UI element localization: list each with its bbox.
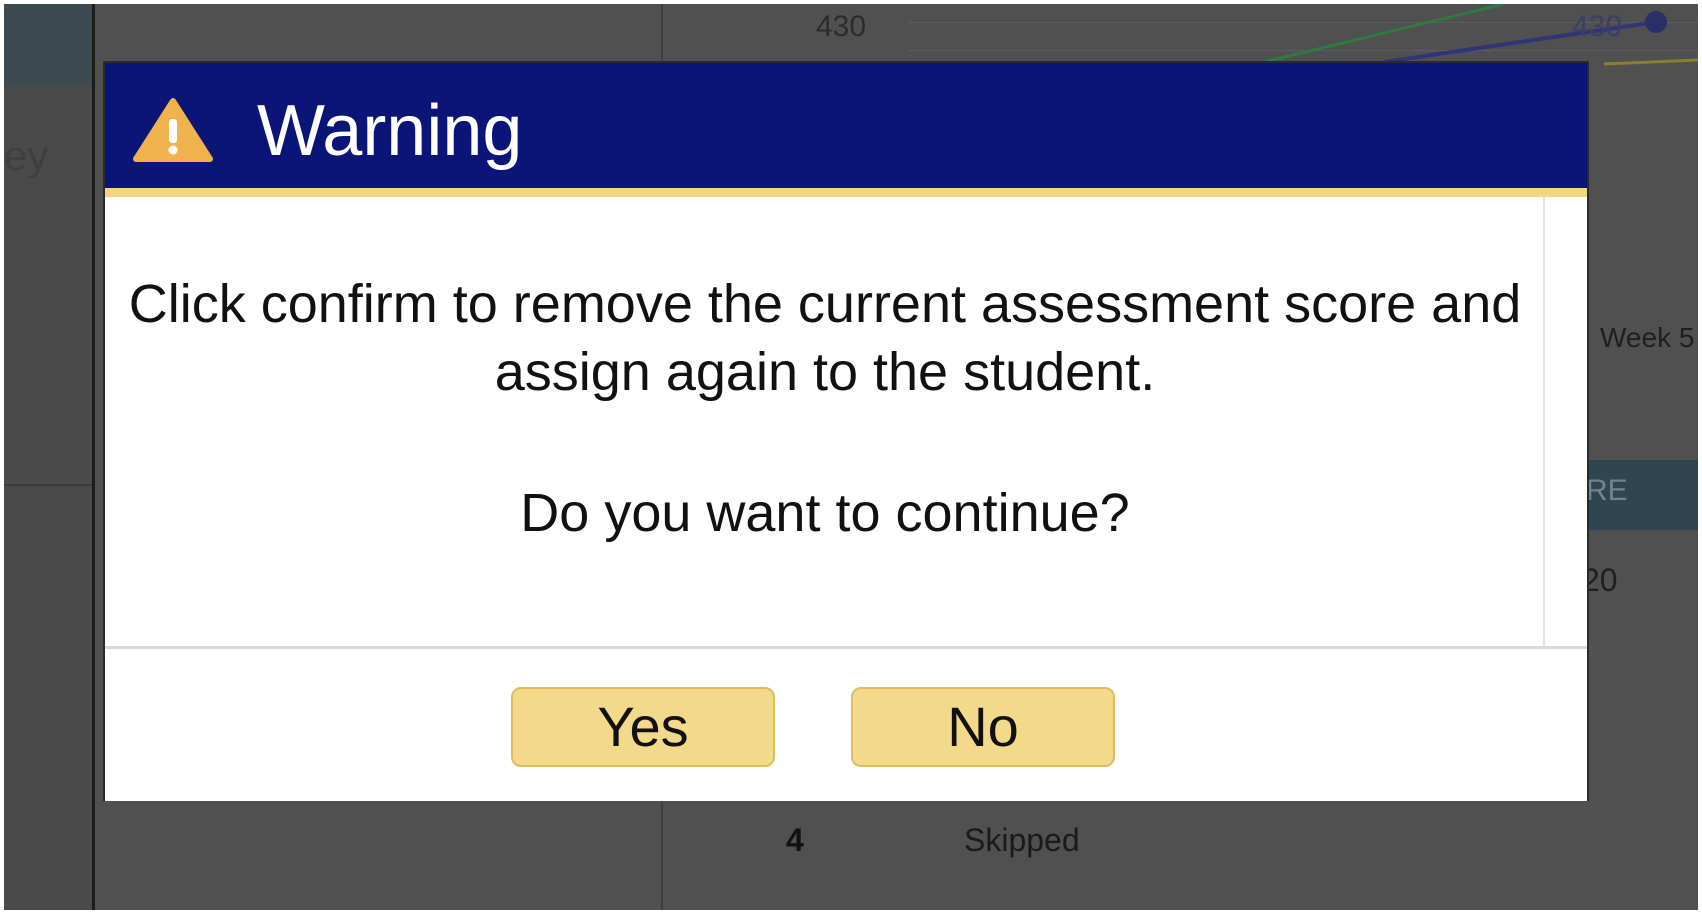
dialog-body: Click confirm to remove the current asse…	[105, 197, 1545, 646]
chart-x-label: Week 5	[1600, 322, 1695, 353]
warning-triangle-icon	[133, 98, 213, 162]
dialog-title: Warning	[257, 91, 523, 171]
dialog-header: Warning	[105, 63, 1587, 197]
dialog-message: Click confirm to remove the current asse…	[128, 274, 1522, 402]
table-row-status: Skipped	[964, 822, 1080, 858]
table-row-number: 4	[786, 822, 804, 858]
table-header-text: RE	[1586, 474, 1628, 507]
dialog-question: Do you want to continue?	[520, 483, 1130, 543]
yes-button[interactable]: Yes	[511, 687, 775, 767]
no-button[interactable]: No	[851, 687, 1115, 767]
chart-series-line	[1263, 4, 1505, 64]
sidebar-divider	[4, 484, 92, 486]
chart-series-line	[1603, 58, 1698, 66]
chart-point-label: 430	[1572, 10, 1622, 43]
panel-divider	[92, 4, 95, 910]
warning-dialog: Warning Click confirm to remove the curr…	[103, 61, 1589, 801]
background-partial-text: ey	[4, 132, 49, 179]
chart-point	[1645, 11, 1667, 33]
dialog-divider	[105, 646, 1587, 649]
